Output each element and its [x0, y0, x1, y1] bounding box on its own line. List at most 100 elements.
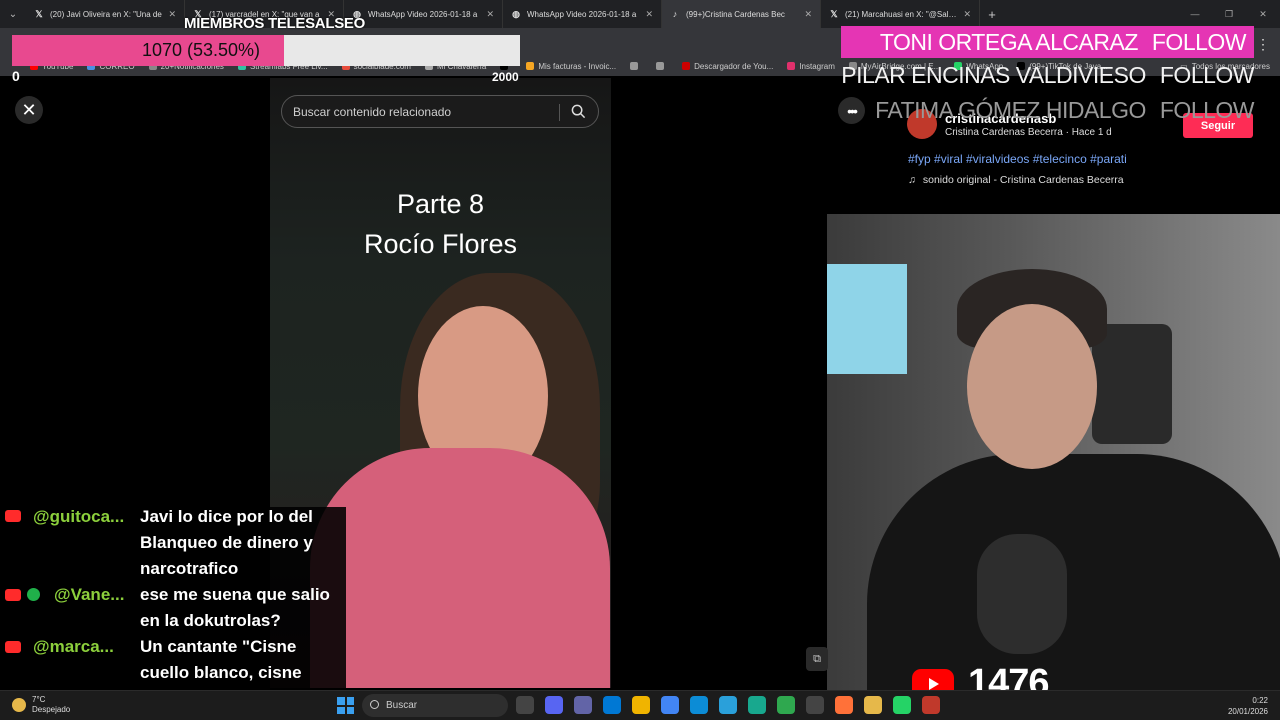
video-caption-line2: Rocío Flores — [363, 229, 518, 259]
search-divider — [559, 104, 560, 121]
close-icon[interactable]: ✕ — [15, 96, 43, 124]
weather-text: 7°C Despejado — [32, 695, 70, 715]
outlook-icon[interactable] — [603, 696, 621, 714]
browser-menu-icon[interactable]: ⋮ — [1256, 36, 1270, 53]
tab-close-icon[interactable]: ✕ — [168, 9, 176, 20]
tab-close-icon[interactable]: ✕ — [804, 9, 812, 20]
bookmark-item[interactable] — [630, 62, 642, 70]
tab-close-icon[interactable]: ✕ — [645, 9, 653, 20]
tab-close-icon[interactable]: ✕ — [963, 9, 971, 20]
chat-text: Un cantante "Cisne cuello blanco, cisne … — [140, 637, 302, 690]
search-placeholder: Buscar contenido relacionado — [293, 104, 452, 119]
maximize-icon[interactable]: ❐ — [1212, 9, 1246, 20]
youtube-badge-icon — [5, 589, 21, 601]
follower-tag: FOLLOW — [1151, 28, 1247, 55]
discord-icon[interactable] — [545, 696, 563, 714]
chat-message: @Vane... ese me suena que salio en la do… — [0, 582, 346, 634]
follower-tag: FOLLOW — [1159, 62, 1255, 88]
window-controls: — ❐ ✕ — [1178, 0, 1280, 28]
browser-tab[interactable]: ◍ WhatsApp Video 2026-01-18 a ✕ — [503, 0, 662, 28]
telegram-icon[interactable] — [719, 696, 737, 714]
tab-title: WhatsApp Video 2026-01-18 a — [527, 9, 637, 19]
browser-tab[interactable]: 𝕏 (20) Javi Oliveira en X: "Una de ✕ — [26, 0, 185, 28]
minimize-icon[interactable]: — — [1178, 9, 1212, 19]
members-goal-bar: 1070 (53.50%) — [12, 35, 520, 66]
close-window-icon[interactable]: ✕ — [1246, 9, 1280, 20]
goal-min-label: 0 — [12, 68, 20, 84]
tab-close-icon[interactable]: ✕ — [486, 9, 494, 20]
tiktok-icon: ♪ — [672, 9, 678, 19]
search-icon[interactable] — [571, 104, 586, 122]
system-clock[interactable]: 0:22 20/01/2026 — [1228, 695, 1268, 717]
chat-user: @Vane... — [54, 585, 125, 604]
folder-icon[interactable] — [632, 696, 650, 714]
follower-row: PILAR ENCINAS VALDIVIESO FOLLOW — [841, 58, 1254, 93]
youtube-badge-icon — [5, 510, 21, 522]
bookmark-favicon-icon — [682, 62, 691, 70]
globe-icon: ◍ — [512, 8, 520, 19]
new-tab-button[interactable]: + — [980, 0, 1004, 28]
bookmark-label: Mis facturas - Invoic... — [538, 61, 617, 71]
taskbar-search-label: Buscar — [386, 700, 418, 711]
browser-tab[interactable]: ◍ WhatsApp Video 2026-01-18 a ✕ — [344, 0, 503, 28]
moon-icon — [12, 698, 26, 712]
tab-title: (99+)Cristina Cardenas Bec — [686, 9, 785, 19]
video-caption-line1: Parte 8 — [396, 189, 485, 219]
file-explorer-icon[interactable] — [516, 696, 534, 714]
sound-link[interactable]: ♫ sonido original - Cristina Cardenas Be… — [908, 174, 1124, 186]
tab-strip: 𝕏 (20) Javi Oliveira en X: "Una de ✕ 𝕏 (17) … — [26, 0, 980, 28]
members-goal-text: 1070 (53.50%) — [141, 40, 261, 60]
chat-message: @marca... Un cantante "Cisne cuello blan… — [0, 634, 346, 690]
bookmark-item[interactable] — [656, 62, 668, 70]
taskbar-apps — [516, 696, 940, 714]
obs-icon[interactable] — [806, 696, 824, 714]
follower-name: PILAR ENCINAS VALDIVIESO — [841, 62, 1146, 88]
canary-icon[interactable] — [864, 696, 882, 714]
webcam-head — [967, 304, 1097, 469]
goal-max-label: 2000 — [492, 70, 519, 84]
follower-name: FATIMA GÓMEZ HIDALGO — [875, 97, 1146, 123]
members-goal-title: MIEMBROS TELESALSEO — [184, 15, 365, 32]
webcam-chair — [1092, 324, 1172, 444]
bookmark-label: Instagram — [799, 61, 835, 71]
edge-icon[interactable] — [690, 696, 708, 714]
chat-text: Javi lo dice por lo del Blanqueo de dine… — [140, 507, 313, 578]
search-icon — [370, 700, 379, 709]
browser-tab[interactable]: ♪ (99+)Cristina Cardenas Bec ✕ — [662, 0, 821, 28]
whatsapp-icon[interactable] — [893, 696, 911, 714]
x-logo-icon: 𝕏 — [830, 8, 838, 19]
chrome-icon[interactable] — [661, 696, 679, 714]
bookmark-favicon-icon — [787, 62, 796, 70]
edge-dev-icon[interactable] — [748, 696, 766, 714]
tab-search-icon[interactable]: ⌄ — [0, 0, 26, 28]
bookmark-favicon-icon — [656, 62, 665, 70]
teams-icon[interactable] — [574, 696, 592, 714]
webcam-monitor — [827, 264, 907, 374]
bookmark-item[interactable]: Descargador de You... — [682, 62, 773, 71]
bookmark-favicon-icon — [630, 62, 639, 70]
weather-widget[interactable]: 7°C Despejado — [12, 695, 70, 715]
related-search-input[interactable]: Buscar contenido relacionado — [281, 95, 599, 128]
clock-time: 0:22 — [1252, 696, 1268, 705]
camtasia-icon[interactable] — [777, 696, 795, 714]
firefox-icon[interactable] — [835, 696, 853, 714]
tab-title: (20) Javi Oliveira en X: "Una de — [50, 9, 162, 19]
taskbar-search[interactable]: Buscar — [362, 694, 508, 717]
sound-label: sonido original - Cristina Cardenas Bece… — [922, 174, 1124, 186]
taskbar: 7°C Despejado Buscar 0:22 20/01/2026 — [0, 690, 1280, 720]
bookmark-item[interactable]: Mis facturas - Invoic... — [526, 62, 616, 71]
windows-start-icon[interactable] — [337, 697, 354, 714]
chat-user: @marca... — [33, 637, 114, 656]
chat-text: ese me suena que salio en la dokutrolas? — [140, 585, 330, 630]
youtube-badge-icon — [5, 641, 21, 653]
notepad-icon[interactable] — [922, 696, 940, 714]
browser-tab[interactable]: 𝕏 (21) Marcahuasi en X: "@Salom ✕ — [821, 0, 980, 28]
video-hashtags[interactable]: #fyp #viral #viralvideos #telecinco #par… — [908, 152, 1127, 166]
expand-icon[interactable]: ⧉ — [806, 647, 828, 671]
tab-title: WhatsApp Video 2026-01-18 a — [368, 9, 478, 19]
member-badge-icon — [27, 588, 40, 601]
bookmark-item[interactable]: Instagram — [787, 62, 835, 71]
follower-row: FATIMA GÓMEZ HIDALGO FOLLOW — [841, 93, 1254, 128]
webcam-feed — [827, 214, 1280, 690]
recent-followers: TONI ORTEGA ALCARAZ FOLLOW PILAR ENCINAS… — [841, 26, 1255, 128]
